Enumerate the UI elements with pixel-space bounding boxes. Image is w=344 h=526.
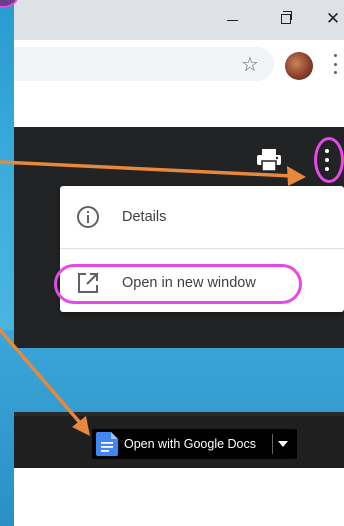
menu-item-label: Details <box>122 209 167 225</box>
menu-item-details[interactable]: Details <box>60 194 344 240</box>
minimize-button[interactable] <box>210 6 254 32</box>
dropdown-arrow-icon[interactable] <box>278 441 288 447</box>
browser-toolbar: ☆ <box>14 40 344 94</box>
preview-top-bar: Open with Google Docs <box>14 412 344 468</box>
title-bar: ✕ <box>14 0 344 40</box>
info-icon <box>77 206 99 228</box>
avatar[interactable] <box>285 52 313 80</box>
more-options-menu: Details Open in new window <box>54 186 344 312</box>
google-docs-icon <box>96 432 118 456</box>
print-icon[interactable] <box>256 149 282 171</box>
button-separator <box>272 434 273 454</box>
close-icon: ✕ <box>325 9 341 28</box>
more-options-icon[interactable] <box>323 149 331 171</box>
menu-item-open-in-new-window[interactable]: Open in new window <box>54 260 344 306</box>
menu-divider <box>60 248 344 249</box>
restore-icon <box>281 11 292 24</box>
minimize-icon <box>226 19 238 21</box>
address-bar[interactable] <box>14 47 274 81</box>
open-with-label: Open with Google Docs <box>124 437 257 451</box>
open-with-google-docs-button[interactable]: Open with Google Docs <box>92 429 297 459</box>
preview-bar-edge <box>14 412 344 416</box>
close-button[interactable]: ✕ <box>318 6 344 32</box>
maximize-button[interactable] <box>264 6 308 32</box>
browser-menu-icon[interactable] <box>332 54 338 74</box>
file-preview-window: Open with Google Docs <box>14 412 344 526</box>
browser-window: ✕ ☆ Details Open in new window <box>14 0 344 348</box>
file-viewer: Details Open in new window <box>14 127 344 348</box>
annotation-highlight <box>54 264 302 304</box>
bookmark-star-icon[interactable]: ☆ <box>241 52 259 77</box>
page-area <box>14 94 344 128</box>
